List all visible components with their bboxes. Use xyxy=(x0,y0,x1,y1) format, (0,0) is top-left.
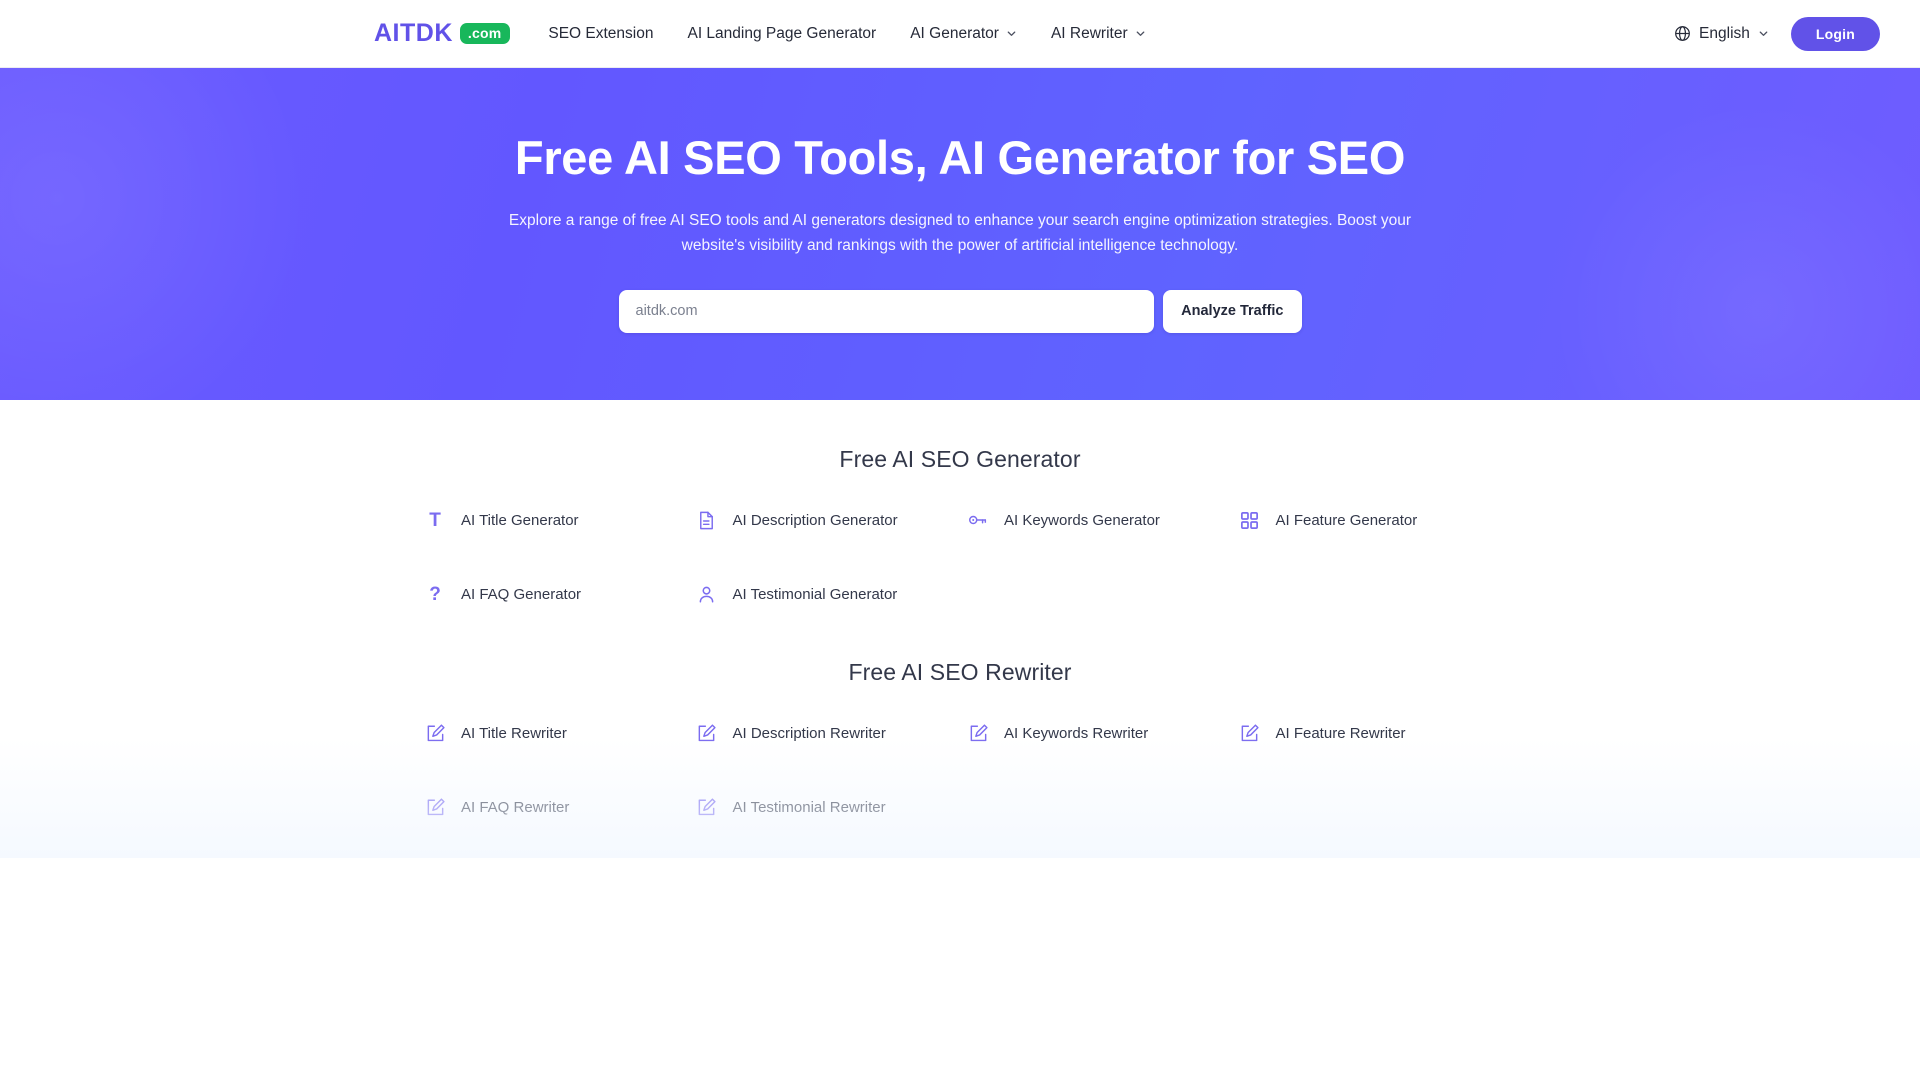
nav-item-ai-generator[interactable]: AI Generator xyxy=(910,26,1017,42)
document-icon xyxy=(696,509,718,531)
tool-label: AI Feature Generator xyxy=(1275,511,1418,529)
nav-item-label: SEO Extension xyxy=(548,24,654,42)
header-right: English Login xyxy=(1674,16,1880,51)
tool-ai-title-rewriter[interactable]: AI Title Rewriter xyxy=(424,722,696,744)
generator-tool-grid: T AI Title Generator AI Description Gene… xyxy=(410,509,1510,605)
main-content: Free AI SEO Generator T AI Title Generat… xyxy=(0,400,1920,858)
tool-ai-keywords-rewriter[interactable]: AI Keywords Rewriter xyxy=(967,722,1239,744)
generator-section-title: Free AI SEO Generator xyxy=(839,446,1081,472)
chevron-down-icon xyxy=(1758,28,1769,39)
site-header: AITDK .com SEO Extension AI Landing Page… xyxy=(0,0,1920,68)
domain-input[interactable] xyxy=(618,289,1155,333)
tool-label: AI Description Rewriter xyxy=(732,724,886,742)
user-icon xyxy=(696,583,718,605)
tool-label: AI Description Generator xyxy=(732,511,898,529)
rewriter-tool-grid: AI Title Rewriter AI Description Rewrite… xyxy=(410,722,1510,818)
tool-label: AI Title Generator xyxy=(461,511,579,529)
nav-item-label: AI Rewriter xyxy=(1050,24,1128,42)
edit-square-icon xyxy=(424,796,446,818)
edit-square-icon xyxy=(424,722,446,744)
tool-ai-feature-generator[interactable]: AI Feature Generator xyxy=(1239,509,1511,531)
tool-label: AI Testimonial Rewriter xyxy=(732,798,886,816)
edit-square-icon xyxy=(696,722,718,744)
tool-ai-feature-rewriter[interactable]: AI Feature Rewriter xyxy=(1239,722,1511,744)
chevron-down-icon xyxy=(1135,28,1146,39)
language-label: English xyxy=(1699,24,1750,42)
logo-wordmark: AITDK xyxy=(374,19,453,47)
hero-title: Free AI SEO Tools, AI Generator for SEO xyxy=(514,131,1406,184)
nav-item-ai-landing-page-generator[interactable]: AI Landing Page Generator xyxy=(687,26,876,42)
nav-item-seo-extension[interactable]: SEO Extension xyxy=(548,26,653,42)
question-mark-icon: ? xyxy=(429,583,441,605)
analyze-traffic-button[interactable]: Analyze Traffic xyxy=(1163,289,1302,333)
tool-label: AI Title Rewriter xyxy=(461,724,567,742)
tool-label: AI Testimonial Generator xyxy=(732,585,898,603)
tool-label: AI Keywords Generator xyxy=(1004,511,1160,529)
tool-label: AI Keywords Rewriter xyxy=(1004,724,1149,742)
logo[interactable]: AITDK .com xyxy=(374,19,511,47)
logo-domain-badge: .com xyxy=(459,23,511,44)
tool-ai-title-generator[interactable]: T AI Title Generator xyxy=(424,509,696,531)
tool-label: AI Feature Rewriter xyxy=(1275,724,1406,742)
tool-ai-testimonial-generator[interactable]: AI Testimonial Generator xyxy=(696,583,968,605)
nav-item-label: AI Landing Page Generator xyxy=(687,24,877,42)
tool-ai-keywords-generator[interactable]: AI Keywords Generator xyxy=(967,509,1239,531)
key-icon xyxy=(967,509,989,531)
grid-squares-icon xyxy=(1239,509,1261,531)
title-letter-t-icon: T xyxy=(429,509,441,531)
tool-ai-testimonial-rewriter[interactable]: AI Testimonial Rewriter xyxy=(696,796,968,818)
tool-ai-description-generator[interactable]: AI Description Generator xyxy=(696,509,968,531)
chevron-down-icon xyxy=(1006,28,1017,39)
hero-section: Free AI SEO Tools, AI Generator for SEO … xyxy=(0,68,1920,400)
main-nav: SEO Extension AI Landing Page Generator … xyxy=(548,0,1145,67)
tool-label: AI FAQ Generator xyxy=(461,585,582,603)
edit-square-icon xyxy=(1239,722,1261,744)
edit-square-icon xyxy=(696,796,718,818)
traffic-analyzer-form: Analyze Traffic xyxy=(618,289,1302,333)
globe-icon xyxy=(1674,25,1691,42)
rewriter-section-title: Free AI SEO Rewriter xyxy=(848,659,1072,685)
login-button[interactable]: Login xyxy=(1790,16,1880,51)
tool-label: AI FAQ Rewriter xyxy=(461,798,570,816)
language-selector[interactable]: English xyxy=(1674,25,1769,43)
edit-square-icon xyxy=(967,722,989,744)
tool-ai-faq-generator[interactable]: ? AI FAQ Generator xyxy=(424,583,696,605)
tool-ai-faq-rewriter[interactable]: AI FAQ Rewriter xyxy=(424,796,696,818)
nav-item-label: AI Generator xyxy=(910,24,999,42)
hero-subtitle: Explore a range of free AI SEO tools and… xyxy=(508,211,1412,254)
rewriter-section: Free AI SEO Rewriter AI Title Rewriter A… xyxy=(410,605,1510,818)
header-inner: AITDK .com SEO Extension AI Landing Page… xyxy=(0,0,1920,67)
nav-item-ai-rewriter[interactable]: AI Rewriter xyxy=(1051,26,1146,42)
generator-section: Free AI SEO Generator T AI Title Generat… xyxy=(410,400,1510,605)
tool-ai-description-rewriter[interactable]: AI Description Rewriter xyxy=(696,722,968,744)
